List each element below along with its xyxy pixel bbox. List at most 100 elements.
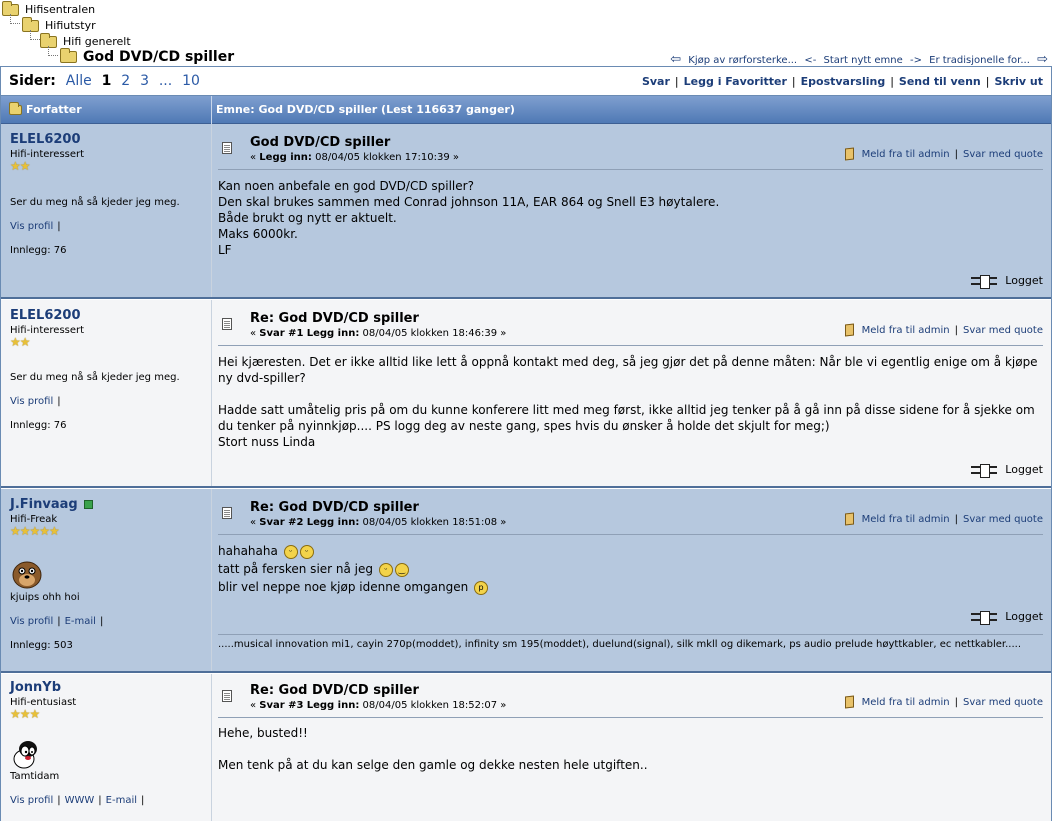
folder-icon xyxy=(9,102,22,115)
post-author-panel: ELEL6200 Hifi-interessert ★★ Ser du meg … xyxy=(1,124,212,297)
post-meta: « Svar #2 Legg inn: 08/04/05 klokken 18:… xyxy=(250,517,507,528)
www-link[interactable]: WWW xyxy=(65,795,95,806)
thread-actions: Svar | Legg i Favoritter | Epostvarsling | Sen… xyxy=(641,75,1043,88)
tree-line xyxy=(48,46,58,56)
logged-status: Logget xyxy=(971,463,1043,478)
post-author-panel: JonnYb Hifi-entusiast ★★★ Tamtidam Vis p… xyxy=(1,674,212,821)
post-body: Hehe, busted!! Men tenk på at du kan selg… xyxy=(218,726,648,772)
divider xyxy=(218,534,1043,535)
report-admin-link[interactable]: Meld fra til admin xyxy=(862,697,950,708)
post-icon xyxy=(222,318,232,330)
print-button[interactable]: Skriv ut xyxy=(994,75,1043,88)
rank-stars: ★★★★★ xyxy=(10,524,60,538)
tree-line xyxy=(10,14,20,24)
post-icon xyxy=(222,690,232,702)
grin-smiley-icon: ᵕ xyxy=(299,544,314,559)
quote-reply-link[interactable]: Svar med quote xyxy=(963,149,1043,160)
author-name[interactable]: JonnYb xyxy=(10,680,61,695)
thread-header: Forfatter Emne: God DVD/CD spiller (Lest… xyxy=(1,96,1051,124)
send-to-friend-button[interactable]: Send til venn xyxy=(899,75,981,88)
email-notify-button[interactable]: Epostvarsling xyxy=(801,75,886,88)
post-meta: « Svar #1 Legg inn: 08/04/05 klokken 18:… xyxy=(250,328,507,339)
tongue-smiley-icon: p xyxy=(474,580,489,595)
page-3-link[interactable]: 3 xyxy=(140,73,149,89)
post-title[interactable]: Re: God DVD/CD spiller xyxy=(250,500,419,515)
quote-reply-link[interactable]: Svar med quote xyxy=(963,514,1043,525)
note-icon xyxy=(844,512,854,526)
arrow-left-icon: ⇦ xyxy=(670,52,682,67)
post-title[interactable]: Re: God DVD/CD spiller xyxy=(250,683,419,698)
post-body: Hei kjæresten. Det er ikke alltid like l… xyxy=(218,355,1038,449)
post-meta: « Svar #3 Legg inn: 08/04/05 klokken 18:… xyxy=(250,700,507,711)
post-icon xyxy=(222,142,232,154)
author-name[interactable]: ELEL6200 xyxy=(10,308,81,323)
post-admin-links: Meld fra til admin | Svar med quote xyxy=(844,512,1043,526)
post-content: Re: God DVD/CD spiller « Svar #3 Legg in… xyxy=(212,674,1051,821)
plug-icon xyxy=(971,275,998,289)
page-current: 1 xyxy=(101,73,112,89)
email-link[interactable]: E-mail xyxy=(106,795,137,806)
avatar xyxy=(12,561,42,589)
note-icon xyxy=(844,695,854,709)
page-2-link[interactable]: 2 xyxy=(121,73,130,89)
plug-icon xyxy=(971,611,998,625)
post-title[interactable]: Re: God DVD/CD spiller xyxy=(250,311,419,326)
add-favorite-button[interactable]: Legg i Favoritter xyxy=(684,75,787,88)
prev-topic-link[interactable]: Kjøp av rørforsterke... xyxy=(688,55,797,66)
view-profile-link[interactable]: Vis profil xyxy=(10,616,53,627)
author-column-header: Forfatter xyxy=(9,102,82,116)
view-profile-link[interactable]: Vis profil xyxy=(10,221,53,232)
logged-status: Logget xyxy=(971,610,1043,625)
post-author-panel: J.Finvaag Hifi-Freak ★★★★★ kjuips ohh ho… xyxy=(1,489,212,671)
reply-button[interactable]: Svar xyxy=(642,75,670,88)
author-name[interactable]: J.Finvaag xyxy=(10,497,93,512)
post-title[interactable]: God DVD/CD spiller xyxy=(250,135,390,150)
view-profile-link[interactable]: Vis profil xyxy=(10,396,53,407)
online-status-icon xyxy=(83,500,93,509)
pages-bar: Sider: Alle 1 2 3 ... 10 Svar | Legg i Fav… xyxy=(1,67,1051,96)
personal-text: Ser du meg nå så kjeder jeg meg. xyxy=(10,197,180,208)
post-icon xyxy=(222,507,232,519)
email-link[interactable]: E-mail xyxy=(65,616,96,627)
grin-smiley-icon: ᵕ xyxy=(378,562,393,577)
post: JonnYb Hifi-entusiast ★★★ Tamtidam Vis p… xyxy=(1,674,1051,821)
personal-text: Tamtidam xyxy=(10,771,60,782)
breadcrumb-item-current: God DVD/CD spiller xyxy=(60,48,234,65)
note-icon xyxy=(844,147,854,161)
post-meta: « Legg inn: 08/04/05 klokken 17:10:39 » xyxy=(250,152,459,163)
post-count: Innlegg: 503 xyxy=(10,640,73,651)
page-all-link[interactable]: Alle xyxy=(66,73,92,89)
quote-reply-link[interactable]: Svar med quote xyxy=(963,697,1043,708)
quote-reply-link[interactable]: Svar med quote xyxy=(963,325,1043,336)
next-topic-link[interactable]: Er tradisjonelle for... xyxy=(929,55,1030,66)
new-topic-link[interactable]: Start nytt emne xyxy=(824,55,903,66)
author-links: Vis profil | WWW | E-mail | xyxy=(10,795,145,806)
page-10-link[interactable]: 10 xyxy=(182,73,200,89)
arrow-right-small-icon: -> xyxy=(909,55,922,66)
divider xyxy=(218,717,1043,718)
personal-text: kjuips ohh hoi xyxy=(10,592,80,603)
logged-status: Logget xyxy=(971,274,1043,289)
rank-stars: ★★★ xyxy=(10,707,40,721)
view-profile-link[interactable]: Vis profil xyxy=(10,795,53,806)
post-admin-links: Meld fra til admin | Svar med quote xyxy=(844,695,1043,709)
report-admin-link[interactable]: Meld fra til admin xyxy=(862,149,950,160)
post-body: Kan noen anbefale en god DVD/CD spiller?… xyxy=(218,179,720,257)
tree-line xyxy=(30,30,40,40)
author-links: Vis profil | E-mail | xyxy=(10,616,104,627)
pagination: Sider: Alle 1 2 3 ... 10 xyxy=(9,73,200,89)
arrow-right-icon: ⇨ xyxy=(1037,52,1048,67)
post-content: God DVD/CD spiller « Legg inn: 08/04/05 … xyxy=(212,124,1051,297)
arrow-left-small-icon: <- xyxy=(804,55,817,66)
post-admin-links: Meld fra til admin | Svar med quote xyxy=(844,147,1043,161)
personal-text: Ser du meg nå så kjeder jeg meg. xyxy=(10,372,180,383)
report-admin-link[interactable]: Meld fra til admin xyxy=(862,325,950,336)
grin-smiley-icon: ᵕ xyxy=(283,544,298,559)
post: ELEL6200 Hifi-interessert ★★ Ser du meg … xyxy=(1,300,1051,488)
avatar xyxy=(13,741,37,769)
folder-icon xyxy=(60,48,77,63)
author-name[interactable]: ELEL6200 xyxy=(10,132,81,147)
report-admin-link[interactable]: Meld fra til admin xyxy=(862,514,950,525)
post-count: Innlegg: 76 xyxy=(10,420,67,431)
pages-label: Sider: xyxy=(9,73,56,89)
